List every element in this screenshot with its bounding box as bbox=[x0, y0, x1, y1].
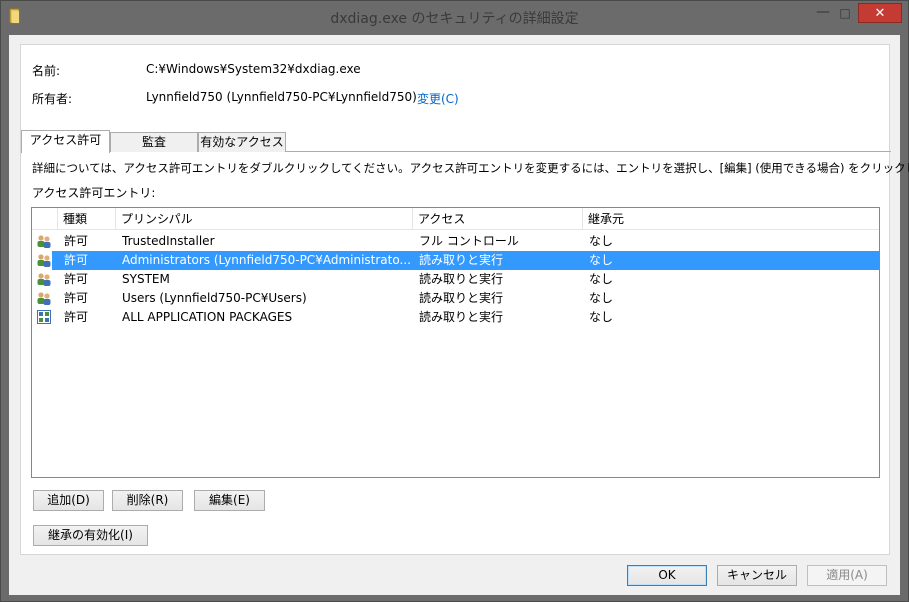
table-row[interactable]: 許可 TrustedInstaller フル コントロール なし bbox=[32, 232, 879, 251]
change-owner-link[interactable]: 変更(C) bbox=[417, 90, 459, 107]
owner-value: Lynnfield750 (Lynnfield750-PC¥Lynnfield7… bbox=[146, 90, 417, 104]
row-access: 読み取りと実行 bbox=[419, 253, 504, 267]
row-type: 許可 bbox=[64, 272, 89, 286]
user-group-icon bbox=[37, 292, 51, 305]
row-inherited-from: なし bbox=[589, 291, 614, 305]
row-access: 読み取りと実行 bbox=[419, 291, 504, 305]
maximize-button[interactable]: □ bbox=[833, 3, 857, 23]
app-package-icon bbox=[37, 310, 51, 324]
table-row[interactable]: 許可 Users (Lynnfield750-PC¥Users) 読み取りと実行… bbox=[32, 289, 879, 308]
table-row[interactable]: 許可 ALL APPLICATION PACKAGES 読み取りと実行 なし bbox=[32, 308, 879, 327]
entries-label: アクセス許可エントリ: bbox=[32, 186, 156, 200]
table-row[interactable]: 許可 SYSTEM 読み取りと実行 なし bbox=[32, 270, 879, 289]
row-principal: ALL APPLICATION PACKAGES bbox=[122, 310, 293, 324]
row-principal: TrustedInstaller bbox=[122, 234, 215, 248]
title-bar[interactable]: dxdiag.exe のセキュリティの詳細設定 — □ ✕ bbox=[1, 1, 908, 35]
main-panel: 名前: C:¥Windows¥System32¥dxdiag.exe 所有者: … bbox=[20, 44, 909, 555]
row-type: 許可 bbox=[64, 291, 89, 305]
row-type: 許可 bbox=[64, 253, 89, 267]
enable-inheritance-button[interactable]: 継承の有効化(I) bbox=[33, 525, 148, 546]
add-button[interactable]: 追加(D) bbox=[33, 490, 104, 511]
header-access[interactable]: アクセス bbox=[413, 208, 583, 230]
security-dialog-window: dxdiag.exe のセキュリティの詳細設定 — □ ✕ 名前: C:¥Win… bbox=[0, 0, 909, 602]
name-value: C:¥Windows¥System32¥dxdiag.exe bbox=[146, 62, 361, 76]
user-group-icon bbox=[37, 235, 51, 248]
tab-auditing[interactable]: 監査 bbox=[110, 132, 198, 152]
permission-entries-list[interactable]: 種類 プリンシパル アクセス 継承元 許可 TrustedInstaller フ… bbox=[31, 207, 880, 478]
list-header: 種類 プリンシパル アクセス 継承元 bbox=[32, 208, 879, 230]
row-type: 許可 bbox=[64, 310, 89, 324]
header-icon-col bbox=[32, 208, 58, 230]
row-access: 読み取りと実行 bbox=[419, 310, 504, 324]
row-principal: Users (Lynnfield750-PC¥Users) bbox=[122, 291, 307, 305]
row-principal: Administrators (Lynnfield750-PC¥Administ… bbox=[122, 253, 411, 267]
remove-button[interactable]: 削除(R) bbox=[112, 490, 183, 511]
instructions-text: 詳細については、アクセス許可エントリをダブルクリックしてください。アクセス許可エ… bbox=[32, 161, 909, 175]
user-group-icon bbox=[37, 273, 51, 286]
tab-permissions[interactable]: アクセス許可 bbox=[21, 130, 110, 153]
window-title: dxdiag.exe のセキュリティの詳細設定 bbox=[330, 11, 579, 27]
apply-button[interactable]: 適用(A) bbox=[807, 565, 887, 586]
tab-effective-access[interactable]: 有効なアクセス bbox=[198, 132, 286, 152]
row-principal: SYSTEM bbox=[122, 272, 170, 286]
row-inherited-from: なし bbox=[589, 253, 614, 267]
cancel-button[interactable]: キャンセル bbox=[717, 565, 797, 586]
row-inherited-from: なし bbox=[589, 310, 614, 324]
owner-label: 所有者: bbox=[32, 92, 73, 106]
close-button[interactable]: ✕ bbox=[858, 3, 902, 23]
header-inherited-from[interactable]: 継承元 bbox=[583, 208, 879, 230]
row-inherited-from: なし bbox=[589, 272, 614, 286]
user-group-icon bbox=[37, 254, 51, 267]
row-access: 読み取りと実行 bbox=[419, 272, 504, 286]
row-access: フル コントロール bbox=[419, 234, 519, 248]
table-row-selected[interactable]: 許可 Administrators (Lynnfield750-PC¥Admin… bbox=[32, 251, 879, 270]
edit-button[interactable]: 編集(E) bbox=[194, 490, 265, 511]
header-type[interactable]: 種類 bbox=[58, 208, 116, 230]
row-inherited-from: なし bbox=[589, 234, 614, 248]
ok-button[interactable]: OK bbox=[627, 565, 707, 586]
dialog-client-area: 名前: C:¥Windows¥System32¥dxdiag.exe 所有者: … bbox=[9, 35, 909, 595]
header-principal[interactable]: プリンシパル bbox=[116, 208, 413, 230]
row-type: 許可 bbox=[64, 234, 89, 248]
name-label: 名前: bbox=[32, 64, 61, 78]
